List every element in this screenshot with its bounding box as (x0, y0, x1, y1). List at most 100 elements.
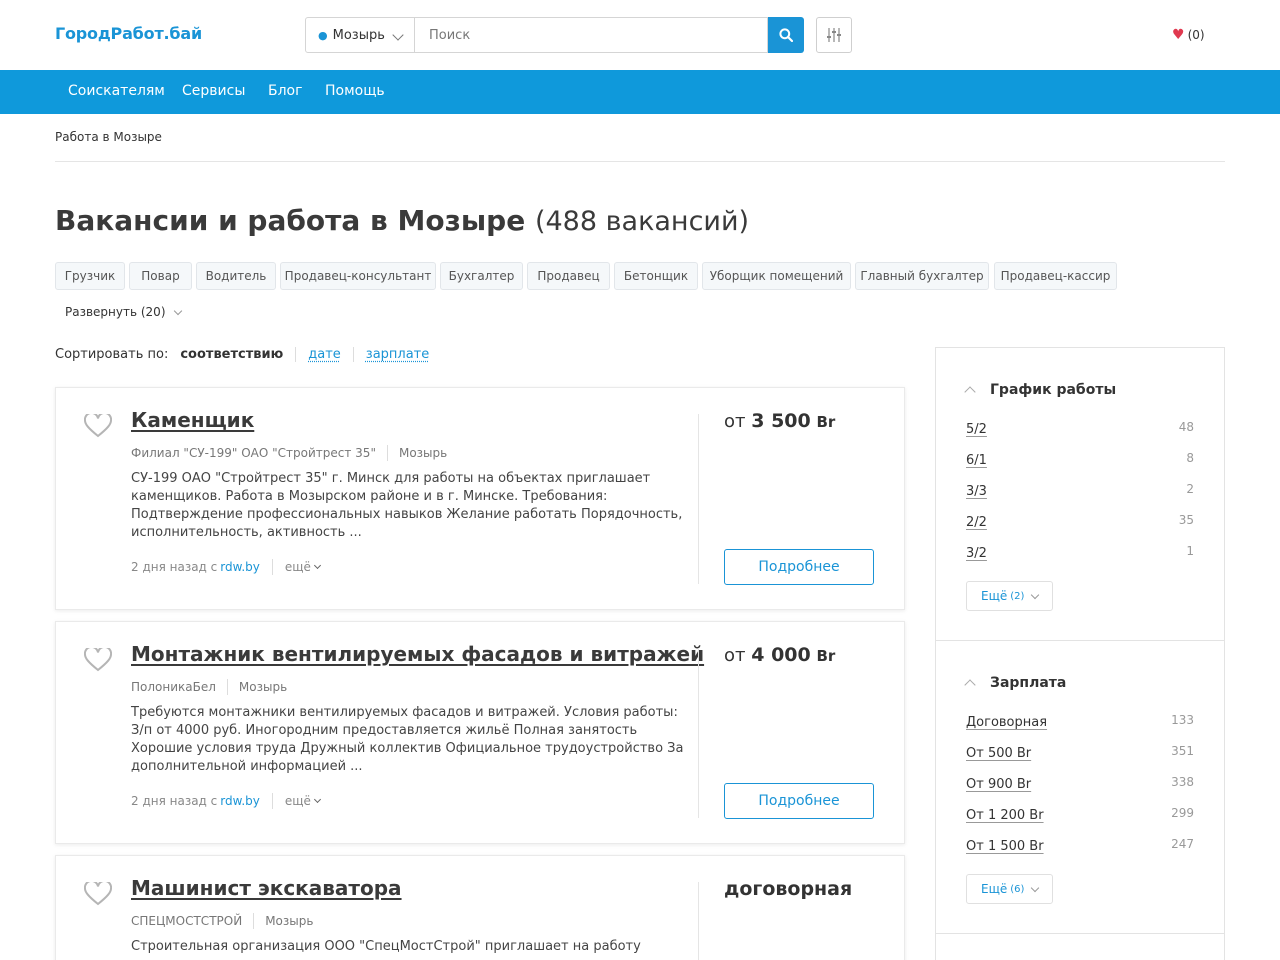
chevron-down-icon (313, 795, 321, 804)
show-more-label: Ещё (981, 882, 1008, 896)
favorites-count: (0) (1187, 28, 1205, 42)
job-title[interactable]: Монтажник вентилируемых фасадов и витраж… (131, 642, 704, 666)
salary-value: 3 500 (751, 410, 811, 432)
job-card: Каменщик Филиал "СУ-199" ОАО "Стройтрест… (55, 387, 905, 610)
tag-item[interactable]: Водитель (196, 262, 276, 290)
filter-option[interactable]: От 500 Br 351 (966, 744, 1194, 761)
tag-item[interactable]: Бухгалтер (440, 262, 523, 290)
filter-option[interactable]: От 900 Br 338 (966, 775, 1194, 792)
salary-value: 4 000 (751, 644, 811, 666)
filter-option[interactable]: От 1 200 Br 299 (966, 806, 1194, 823)
location-value: Мозырь (332, 27, 385, 43)
divider (226, 679, 228, 695)
heart-icon: ♥ (1172, 27, 1185, 43)
main-nav: Соискателям Сервисы Блог Помощь (0, 70, 1280, 114)
tag-item[interactable]: Продавец-кассир (994, 262, 1117, 290)
job-title[interactable]: Машинист экскаватора (131, 876, 402, 900)
filters-sidebar: График работы 5/2 48 6/1 8 3/3 2 2/2 35 … (935, 347, 1225, 960)
filter-option-label: От 900 Br (966, 777, 1032, 792)
job-title[interactable]: Каменщик (131, 408, 254, 432)
job-city: Мозырь (265, 914, 314, 928)
sort-salary[interactable]: зарплате (354, 347, 441, 362)
more-label: ещё (284, 560, 311, 574)
tag-item[interactable]: Грузчик (55, 262, 125, 290)
filter-option[interactable]: Договорная 133 (966, 713, 1194, 730)
filter-option-count: 338 (1171, 775, 1194, 789)
company-name: Филиал "СУ-199" ОАО "Стройтрест 35" (131, 446, 376, 460)
location-select[interactable]: ● Мозырь (305, 17, 415, 53)
show-more-count: (2) (1010, 590, 1025, 602)
divider (936, 640, 1224, 641)
tag-item[interactable]: Уборщик помещений (702, 262, 851, 290)
filter-option-count: 247 (1171, 837, 1194, 851)
show-more-button[interactable]: Ещё (6) (966, 874, 1053, 904)
source-link[interactable]: rdw.by (220, 560, 260, 574)
posted-time: 2 дня назад с (131, 560, 218, 574)
search-input[interactable] (414, 17, 768, 53)
nav-item-help[interactable]: Помощь (325, 83, 385, 99)
divider (253, 913, 255, 929)
salary-currency: Br (816, 413, 836, 431)
salary: от 3 500 Br (724, 410, 835, 432)
job-city: Мозырь (398, 446, 448, 460)
details-button[interactable]: Подробнее (724, 783, 874, 819)
show-more-button[interactable]: Ещё (2) (966, 581, 1053, 611)
filter-option[interactable]: 3/3 2 (966, 482, 1194, 499)
divider (271, 559, 273, 575)
filter-header[interactable]: График работы (964, 382, 1117, 398)
nav-item-blog[interactable]: Блог (268, 83, 302, 99)
favorites-link[interactable]: ♥ (0) (1172, 27, 1205, 43)
job-card: Монтажник вентилируемых фасадов и витраж… (55, 621, 905, 844)
filter-option-count: 48 (1178, 420, 1194, 434)
filter-option[interactable]: 2/2 35 (966, 513, 1194, 530)
filter-option[interactable]: 6/1 8 (966, 451, 1194, 468)
chevron-up-icon (964, 679, 976, 691)
source-link[interactable]: rdw.by (220, 794, 260, 808)
chevron-down-icon (173, 306, 182, 315)
filter-option[interactable]: 3/2 1 (966, 544, 1194, 561)
tag-item[interactable]: Главный бухгалтер (855, 262, 989, 290)
job-description: Строительная организация ООО "СпецМостСт… (131, 939, 641, 954)
more-toggle[interactable]: ещё (285, 794, 321, 808)
divider (698, 882, 699, 960)
filter-option-label: Договорная (966, 715, 1048, 730)
chevron-down-icon (313, 561, 321, 570)
nav-item-seekers[interactable]: Соискателям (68, 83, 165, 99)
filters-button[interactable] (816, 17, 852, 53)
divider (271, 793, 273, 809)
filter-option-count: 35 (1178, 513, 1194, 527)
tag-item[interactable]: Продавец (527, 262, 610, 290)
filter-option-label: 2/2 (966, 515, 987, 530)
salary-prefix: от (724, 411, 746, 432)
heart-outline-icon[interactable] (84, 414, 112, 438)
filter-option[interactable]: 5/2 48 (966, 420, 1194, 437)
tag-item[interactable]: Повар (129, 262, 192, 290)
chevron-up-icon (964, 386, 976, 398)
tag-item[interactable]: Бетонщик (614, 262, 698, 290)
filter-option[interactable]: От 1 500 Br 247 (966, 837, 1194, 854)
salary-currency: Br (816, 647, 836, 665)
heart-outline-icon[interactable] (84, 882, 112, 906)
nav-item-services[interactable]: Сервисы (182, 83, 245, 99)
tag-item[interactable]: Продавец-консультант (280, 262, 436, 290)
breadcrumb[interactable]: Работа в Мозыре (55, 130, 162, 144)
more-toggle[interactable]: ещё (284, 560, 321, 574)
site-logo[interactable]: ГородРабот.бай (55, 24, 202, 43)
job-meta: Филиал "СУ-199" ОАО "Стройтрест 35" Мозы… (131, 445, 447, 461)
filter-title: График работы (990, 382, 1117, 398)
salary-prefix: от (724, 645, 746, 666)
search-bar: ● Мозырь (305, 17, 804, 53)
filter-header[interactable]: Зарплата (964, 675, 1067, 691)
sort-relevance[interactable]: соответствию (180, 347, 297, 362)
show-more-label: Ещё (981, 589, 1008, 603)
job-footer: 2 дня назад с rdw.by ещё (131, 793, 321, 809)
search-button[interactable] (768, 17, 804, 53)
details-button[interactable]: Подробнее (724, 549, 874, 585)
filter-title: Зарплата (990, 675, 1067, 691)
job-card: Машинист экскаватора СПЕЦМОСТСТРОЙ Мозыр… (55, 855, 905, 960)
filter-option-count: 8 (1186, 451, 1194, 465)
salary: договорная (724, 878, 853, 900)
heart-outline-icon[interactable] (84, 648, 112, 672)
expand-tags-button[interactable]: Развернуть (20) (65, 305, 182, 319)
sort-date[interactable]: дате (296, 347, 354, 362)
